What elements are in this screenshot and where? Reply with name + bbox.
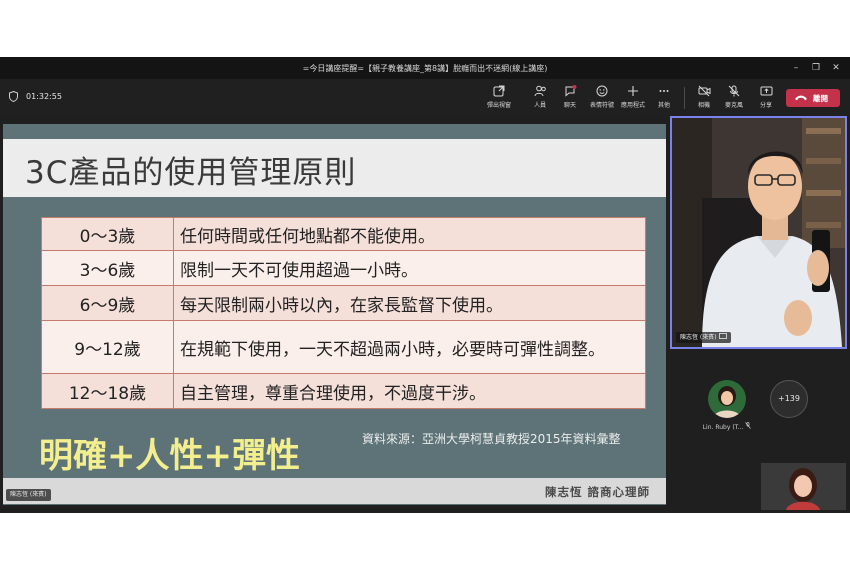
apps-button[interactable]: 應用程式 bbox=[616, 85, 650, 109]
meeting-timer: 01:32:55 bbox=[26, 92, 62, 101]
speaker-video[interactable]: 陳志恆 (來賓) bbox=[670, 116, 847, 349]
table-row: 9～12歲 在規範下使用，一天不超過兩小時，必要時可彈性調整。 bbox=[41, 320, 646, 374]
usage-rules-table: 0～3歲 任何時間或任何地點都不能使用。 3～6歲 限制一天不可使用超過一小時。… bbox=[41, 217, 646, 409]
leave-label: 離開 bbox=[813, 94, 828, 103]
participant-avatar-image bbox=[708, 380, 746, 418]
reactions-button[interactable]: 表情符號 bbox=[585, 85, 619, 109]
shield-icon bbox=[9, 91, 18, 102]
camera-button[interactable]: 相機 bbox=[687, 85, 721, 109]
people-icon bbox=[534, 85, 546, 97]
age-cell: 6～9歲 bbox=[41, 285, 174, 321]
rule-cell: 每天限制兩小時以內，在家長監督下使用。 bbox=[173, 285, 646, 321]
plus-icon bbox=[628, 86, 638, 96]
mic-label: 麥克風 bbox=[724, 102, 743, 109]
chat-icon bbox=[565, 85, 576, 97]
more-participants[interactable]: +139 bbox=[761, 380, 817, 418]
rule-cell: 任何時間或任何地點都不能使用。 bbox=[173, 217, 646, 251]
table-row: 0～3歲 任何時間或任何地點都不能使用。 bbox=[41, 217, 646, 251]
age-cell: 3～6歲 bbox=[41, 250, 174, 286]
table-row: 3～6歲 限制一天不可使用超過一小時。 bbox=[41, 250, 646, 286]
popout-icon bbox=[493, 85, 505, 97]
more-icon bbox=[659, 90, 669, 92]
people-button[interactable]: 人員 bbox=[523, 85, 557, 109]
mic-button[interactable]: 麥克風 bbox=[717, 85, 751, 109]
age-cell: 9～12歲 bbox=[41, 320, 174, 374]
mic-off-icon bbox=[728, 85, 740, 97]
leave-button[interactable]: 離開 bbox=[786, 89, 840, 107]
speaker-name: 陳志恆 (來賓) bbox=[680, 334, 717, 341]
people-label: 人員 bbox=[533, 102, 546, 109]
presenter-name-tag: 陳志恆 (來賓) bbox=[6, 489, 51, 501]
slide-source: 資料來源：亞洲大學柯慧貞教授2015年資料彙整 bbox=[362, 432, 621, 446]
hang-up-icon bbox=[795, 95, 807, 101]
slide-footer: 陳志恆 諮商心理師 bbox=[3, 478, 666, 504]
shared-screen: 3C產品的使用管理原則 0～3歲 任何時間或任何地點都不能使用。 3～6歲 限制… bbox=[3, 124, 666, 505]
speaker-video-image bbox=[672, 118, 845, 347]
popout-button[interactable]: 彈出視窗 bbox=[482, 85, 516, 109]
share-screen-icon bbox=[760, 86, 772, 96]
share-label: 分享 bbox=[759, 102, 772, 109]
camera-off-icon bbox=[698, 85, 710, 97]
toolbar-divider bbox=[684, 87, 685, 109]
mic-off-icon bbox=[745, 422, 752, 429]
chat-button[interactable]: 聊天 bbox=[553, 85, 587, 109]
slide-motto: 明確+人性+彈性 bbox=[39, 436, 300, 476]
participant-name: Lin. Ruby (T... bbox=[702, 424, 744, 431]
rule-cell: 限制一天不可使用超過一小時。 bbox=[173, 250, 646, 286]
minimize-icon[interactable]: – bbox=[788, 60, 804, 76]
close-icon[interactable]: ✕ bbox=[828, 60, 844, 76]
camera-label: 相機 bbox=[697, 102, 710, 109]
self-view-image bbox=[761, 463, 846, 510]
window-title: =今日講座提醒=【親子教養講座_第8講】脫癮而出不迷網(線上講座) bbox=[302, 64, 548, 73]
more-participants-count: +139 bbox=[770, 380, 808, 418]
table-row: 12～18歲 自主管理，尊重合理使用，不過度干涉。 bbox=[41, 373, 646, 409]
participant-ruby[interactable]: Lin. Ruby (T... bbox=[699, 380, 755, 431]
popout-label: 彈出視窗 bbox=[486, 102, 511, 109]
avatar bbox=[708, 380, 746, 418]
age-cell: 12～18歲 bbox=[41, 373, 174, 409]
apps-label: 應用程式 bbox=[620, 102, 645, 109]
slide-title-band: 3C產品的使用管理原則 bbox=[3, 139, 666, 197]
restore-icon[interactable]: ❐ bbox=[808, 60, 824, 76]
speaker-name-tag: 陳志恆 (來賓) bbox=[676, 332, 731, 343]
more-button[interactable]: 其他 bbox=[647, 85, 681, 109]
age-cell: 0～3歲 bbox=[41, 217, 174, 251]
title-bar: =今日講座提醒=【親子教養講座_第8講】脫癮而出不迷網(線上講座) – ❐ ✕ bbox=[0, 57, 850, 79]
reactions-label: 表情符號 bbox=[589, 102, 614, 109]
smiley-icon bbox=[596, 85, 608, 97]
table-row: 6～9歲 每天限制兩小時以內，在家長監督下使用。 bbox=[41, 285, 646, 321]
share-button[interactable]: 分享 bbox=[749, 85, 783, 109]
more-label: 其他 bbox=[657, 102, 670, 109]
slide-title: 3C產品的使用管理原則 bbox=[25, 155, 357, 191]
self-view-video[interactable] bbox=[761, 463, 846, 510]
share-indicator-icon bbox=[718, 333, 727, 339]
rule-cell: 自主管理，尊重合理使用，不過度干涉。 bbox=[173, 373, 646, 409]
rule-cell: 在規範下使用，一天不超過兩小時，必要時可彈性調整。 bbox=[173, 320, 646, 374]
chat-label: 聊天 bbox=[563, 102, 576, 109]
slide-presenter: 陳志恆 諮商心理師 bbox=[544, 485, 650, 499]
meeting-toolbar: 01:32:55 彈出視窗 人員 聊天 表情符號 應用程式 其他 相機 麥克風 … bbox=[0, 79, 850, 117]
